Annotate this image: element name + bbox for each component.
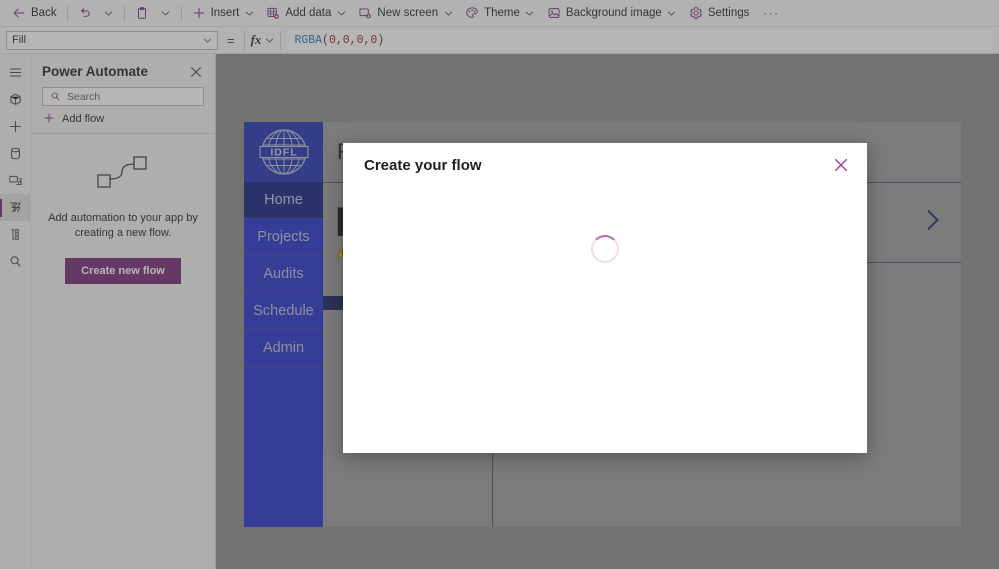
command-bar: Back Insert Add data New screen Theme Ba…	[0, 0, 999, 27]
chevron-right-icon[interactable]	[923, 207, 943, 238]
fx-label: fx	[250, 32, 262, 47]
nav-filler	[244, 367, 323, 527]
insert-plus-icon[interactable]	[0, 113, 31, 140]
formula-sep-2: ,	[363, 33, 371, 47]
property-selector[interactable]: Fill	[6, 30, 218, 50]
formula-arg-3: 0	[370, 33, 378, 47]
create-new-flow-button[interactable]: Create new flow	[65, 257, 181, 284]
formula-arg-2: 0	[356, 33, 364, 47]
formula-sep-0: ,	[335, 33, 343, 47]
modal-body	[343, 187, 867, 453]
equals-sign: =	[227, 32, 235, 48]
add-data-button[interactable]: Add data	[260, 3, 352, 24]
formula-bar: Fill = fx RGBA(0, 0, 0, 0)	[0, 27, 999, 54]
palette-icon	[465, 6, 479, 20]
media-icon[interactable]	[0, 167, 31, 194]
add-flow-label: Add flow	[62, 113, 105, 125]
hamburger-menu-icon[interactable]	[0, 59, 31, 86]
chevron-down-icon	[525, 8, 535, 18]
nav-item-admin[interactable]: Admin	[244, 330, 323, 367]
background-image-button[interactable]: Background image	[541, 3, 683, 24]
paste-button[interactable]	[129, 3, 155, 24]
theme-button[interactable]: Theme	[459, 3, 541, 24]
formula-input[interactable]: RGBA(0, 0, 0, 0)	[287, 30, 993, 50]
background-image-label: Background image	[565, 7, 662, 19]
chevron-down-icon	[244, 8, 254, 18]
left-icon-rail	[0, 54, 31, 569]
insert-button[interactable]: Insert	[186, 3, 261, 24]
formula-arg-0: 0	[328, 33, 336, 47]
loading-spinner	[591, 235, 619, 263]
nav-item-projects[interactable]: Projects	[244, 219, 323, 256]
undo-button[interactable]	[72, 3, 98, 24]
divider-1	[66, 5, 68, 21]
flow-nodes-icon	[97, 155, 149, 194]
overflow-menu-button[interactable]: ···	[755, 6, 787, 20]
sidebar-item-power-automate[interactable]	[0, 194, 31, 221]
new-screen-button[interactable]: New screen	[352, 3, 459, 24]
back-button[interactable]: Back	[6, 3, 63, 24]
modal-header: Create your flow	[343, 143, 867, 187]
nav-item-schedule[interactable]: Schedule	[244, 293, 323, 330]
power-automate-panel: Power Automate Search Add flow Add autom…	[31, 54, 216, 569]
divider-3	[180, 5, 182, 21]
plus-icon	[192, 6, 206, 20]
settings-label: Settings	[707, 7, 750, 19]
fx-button[interactable]: fx	[243, 30, 282, 50]
formula-paren-close: )	[377, 33, 385, 47]
nav-item-audits[interactable]: Audits	[244, 256, 323, 293]
new-screen-label: New screen	[377, 7, 439, 19]
settings-button[interactable]: Settings	[683, 3, 756, 24]
add-flow-button[interactable]: Add flow	[31, 106, 215, 133]
create-flow-modal: Create your flow	[343, 143, 867, 453]
chevron-down-icon	[336, 8, 346, 18]
tree-view-icon[interactable]	[0, 86, 31, 113]
close-icon[interactable]	[833, 157, 849, 173]
search-placeholder: Search	[67, 90, 101, 103]
property-selector-value: Fill	[12, 34, 27, 46]
back-label: Back	[31, 7, 57, 19]
insert-label: Insert	[210, 7, 240, 19]
chevron-down-icon	[202, 35, 212, 45]
close-icon[interactable]	[189, 65, 203, 79]
idfl-globe-logo: IDFL	[244, 122, 323, 182]
modal-title: Create your flow	[364, 156, 482, 174]
chevron-down-icon	[161, 8, 171, 18]
empty-state: Add automation to your app by creating a…	[31, 134, 215, 284]
undo-icon	[78, 6, 92, 20]
paste-dropdown[interactable]	[155, 3, 177, 24]
empty-state-message: Add automation to your app by creating a…	[48, 212, 198, 239]
add-data-label: Add data	[285, 7, 332, 19]
clipboard-icon	[135, 6, 149, 20]
formula-paren-open: (	[322, 33, 329, 47]
chevron-down-icon	[104, 8, 114, 18]
divider-2	[123, 5, 125, 21]
panel-title: Power Automate	[42, 64, 149, 79]
variables-icon[interactable]	[0, 221, 31, 248]
search-input[interactable]: Search	[42, 87, 204, 106]
app-nav-sidebar: IDFL Home Projects Audits Schedule Admin	[244, 122, 323, 527]
formula-sep-1: ,	[349, 33, 357, 47]
svg-text:IDFL: IDFL	[270, 146, 297, 158]
nav-item-home[interactable]: Home	[244, 182, 323, 219]
powerapps-studio: Back Insert Add data New screen Theme Ba…	[0, 0, 999, 569]
new-screen-icon	[358, 6, 372, 20]
chevron-down-icon	[264, 35, 274, 45]
power-automate-header: Power Automate	[31, 54, 215, 87]
data-icon[interactable]	[0, 140, 31, 167]
formula-arg-1: 0	[342, 33, 350, 47]
gear-icon	[689, 6, 703, 20]
undo-dropdown[interactable]	[98, 3, 120, 24]
image-icon	[547, 6, 561, 20]
search-icon[interactable]	[0, 248, 31, 275]
chevron-down-icon	[667, 8, 677, 18]
formula-function: RGBA	[294, 33, 323, 47]
chevron-down-icon	[443, 8, 453, 18]
plus-icon	[43, 112, 55, 126]
theme-label: Theme	[484, 7, 520, 19]
search-icon	[50, 91, 61, 102]
data-icon	[266, 6, 280, 20]
arrow-left-icon	[12, 6, 26, 20]
